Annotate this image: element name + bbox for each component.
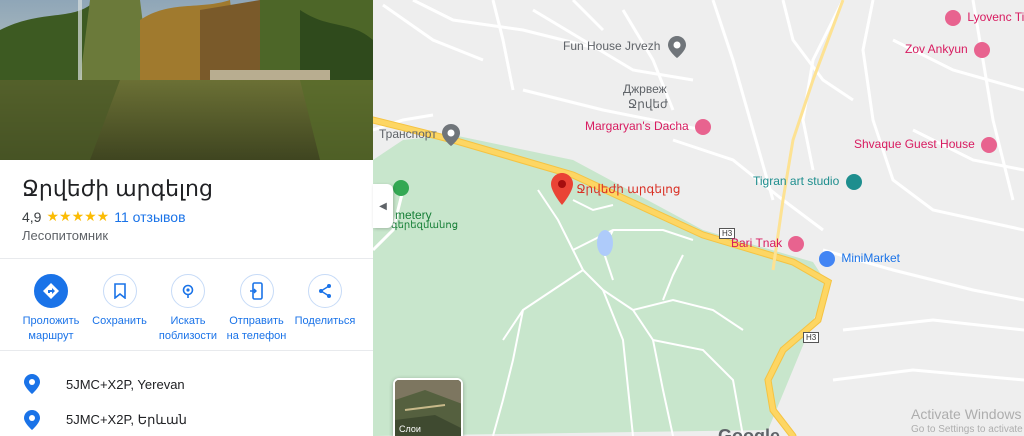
share-label: Поделиться	[294, 315, 356, 327]
directions-label: Проложить маршрут	[22, 315, 80, 342]
nearby-button[interactable]: Искать поблизости	[155, 274, 221, 344]
poi-cemetery[interactable]	[393, 180, 409, 196]
rating-value: 4,9	[22, 208, 42, 225]
place-category: Лесопитомник	[22, 228, 109, 243]
locality-label-ru: Джрвеж	[623, 82, 667, 96]
plus-code-local-text: 5JMC+X2P, Երևան	[66, 412, 187, 427]
plus-code-row[interactable]: 5JMC+X2P, Yerevan	[24, 374, 185, 394]
share-icon	[308, 274, 342, 308]
plus-code-text: 5JMC+X2P, Yerevan	[66, 376, 185, 392]
directions-icon	[34, 274, 68, 308]
poi-bari-tnak[interactable]: Bari Tnak	[731, 236, 805, 252]
poi-fun-house[interactable]: Fun House Jrvezh	[563, 36, 686, 58]
map-base	[373, 0, 1024, 436]
divider	[0, 258, 373, 259]
reviews-link[interactable]: 11 отзывов	[114, 209, 185, 225]
cart-icon	[819, 251, 835, 267]
locality-label-hy: Ջրվեժ	[628, 97, 668, 111]
place-photo[interactable]	[0, 0, 373, 160]
plus-code-row-local[interactable]: 5JMC+X2P, Երևան	[24, 410, 187, 430]
pond	[597, 230, 613, 256]
poi-shvaque[interactable]: Shvaque Guest House	[854, 137, 998, 153]
bed-icon	[788, 236, 805, 252]
bed-icon	[981, 137, 998, 153]
poi-margaryan[interactable]: Margaryan's Dacha	[585, 119, 712, 135]
location-pin-icon	[24, 374, 40, 394]
nearby-search-icon	[171, 274, 205, 308]
share-button[interactable]: Поделиться	[292, 274, 358, 344]
poi-lyovenc[interactable]: Lyovenc Ti	[945, 10, 1024, 26]
divider	[0, 350, 373, 351]
map-marker-icon	[442, 124, 461, 146]
selected-place-marker[interactable]: Ջրվեժի արգելոց	[551, 173, 680, 205]
save-label: Сохранить	[92, 315, 147, 327]
poi-zov-ankyun[interactable]: Zov Ankyun	[905, 42, 991, 58]
red-pin-icon	[551, 173, 573, 205]
save-button[interactable]: Сохранить	[87, 274, 153, 344]
activate-windows-subtitle: Go to Settings to activate Windows.	[911, 424, 1024, 435]
activate-windows-title: Activate Windows	[911, 406, 1022, 422]
lake-photo	[0, 0, 373, 160]
place-title: Ջրվեժի արգելոց	[22, 176, 213, 201]
action-bar: Проложить маршрут Сохранить Искать поблизо…	[18, 274, 358, 344]
bookmark-icon	[102, 274, 137, 308]
phone-icon	[239, 274, 274, 308]
rating-stars: ★★★★★	[46, 208, 110, 224]
location-pin-icon	[24, 410, 40, 430]
layers-label: Слои	[399, 424, 421, 434]
poi-tigran[interactable]: Tigran art studio	[753, 174, 862, 190]
google-logo: Google	[718, 426, 780, 436]
bed-icon	[945, 10, 961, 26]
bed-icon	[695, 119, 712, 135]
nearby-label: Искать поблизости	[158, 315, 218, 342]
collapse-panel-button[interactable]: ◀	[373, 184, 393, 228]
museum-icon	[845, 174, 862, 190]
bed-icon	[974, 42, 991, 58]
poi-transport[interactable]: Транспорт	[379, 124, 461, 146]
send-to-phone-button[interactable]: Отправить на телефон	[224, 274, 290, 344]
poi-minimarket[interactable]: MiniMarket	[819, 251, 900, 267]
tree-icon	[393, 180, 409, 196]
selected-place-label: Ջրվեժի արգելոց	[576, 182, 681, 196]
place-details-panel: Ջրվեժի արգելոց 4,9 ★★★★★ 11 отзывов Лесо…	[0, 0, 373, 436]
rating-row: 4,9 ★★★★★ 11 отзывов	[22, 208, 186, 225]
map-canvas[interactable]: H3 H3 Fun House Jrvezh Джрвеж Ջրվեժ Marg…	[373, 0, 1024, 436]
directions-button[interactable]: Проложить маршрут	[18, 274, 84, 344]
road-shield: H3	[803, 332, 820, 343]
map-marker-icon	[667, 36, 686, 58]
send-to-phone-label: Отправить на телефон	[226, 315, 287, 342]
cemetery-label-hy: գերեզմանոց	[391, 220, 459, 231]
layers-button[interactable]: Слои	[393, 378, 463, 436]
caret-left-icon: ◀	[379, 200, 387, 212]
